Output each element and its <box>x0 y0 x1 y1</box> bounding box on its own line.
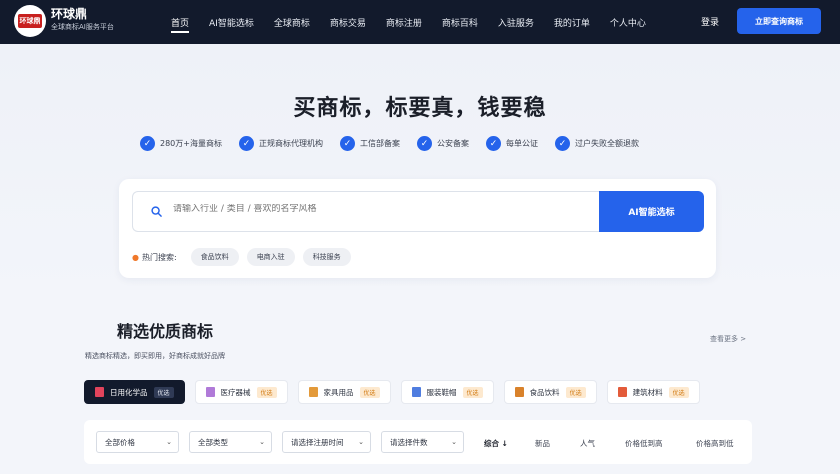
category-tab-medical[interactable]: 医疗器械 优选 <box>194 380 288 404</box>
category-tab-daily-chemicals[interactable]: 日用化学品 优选 <box>84 380 185 404</box>
category-badge: 优选 <box>668 386 689 398</box>
category-badge: 优选 <box>256 386 277 398</box>
search-card: AI智能选标 ● 热门搜索: 食品饮料 电商入驻 科技服务 <box>119 179 716 278</box>
category-tabs: 日用化学品 优选 医疗器械 优选 家具用品 优选 服装鞋帽 优选 食品饮料 优选… <box>84 380 710 404</box>
feature-label: 280万+海量商标 <box>160 139 222 148</box>
brand-subtitle: 全球商标AI服务平台 <box>51 23 114 31</box>
price-select[interactable]: 全部价格 ⌄ <box>96 431 179 453</box>
select-value: 全部价格 <box>105 437 135 447</box>
count-select[interactable]: 请选择件数 ⌄ <box>381 431 464 453</box>
type-select[interactable]: 全部类型 ⌄ <box>189 431 272 453</box>
hot-tag[interactable]: 电商入驻 <box>246 248 295 266</box>
hot-search-text: 热门搜索: <box>141 252 177 262</box>
select-value: 全部类型 <box>198 437 228 447</box>
brand-name: 环球鼎 <box>51 7 88 21</box>
category-label: 医疗器械 <box>220 387 251 397</box>
search-field[interactable] <box>132 191 599 232</box>
check-icon: ✓ <box>339 136 355 151</box>
category-tab-food[interactable]: 食品饮料 优选 <box>503 380 597 404</box>
sort-comprehensive[interactable]: 综合 ↓ <box>484 438 508 449</box>
chevron-down-icon: ⌄ <box>259 438 265 446</box>
nav-item-ai-select[interactable]: AI智能选标 <box>209 0 254 44</box>
category-label: 家具用品 <box>323 387 354 397</box>
chevron-down-icon: ⌄ <box>166 438 172 446</box>
check-icon: ✓ <box>416 136 432 151</box>
feature-label: 正规商标代理机构 <box>258 139 323 148</box>
feature-item: ✓ 公安备案 <box>416 136 469 151</box>
select-value: 请选择件数 <box>390 437 428 447</box>
check-icon: ✓ <box>140 136 155 151</box>
login-link[interactable]: 登录 <box>701 15 719 28</box>
category-badge: 优选 <box>359 386 380 398</box>
feature-item: ✓ 过户失败全额退款 <box>554 136 639 151</box>
category-tab-clothing[interactable]: 服装鞋帽 优选 <box>400 380 494 404</box>
section-title: 精选优质商标 <box>117 322 214 341</box>
nav-menu: 首页 AI智能选标 全球商标 商标交易 商标注册 商标百科 入驻服务 我的订单 … <box>171 0 666 44</box>
search-input[interactable] <box>173 204 573 214</box>
category-label: 日用化学品 <box>110 387 148 397</box>
clothing-icon <box>411 387 421 397</box>
check-icon: ✓ <box>554 136 570 151</box>
feature-item: ✓ 每单公证 <box>485 136 538 151</box>
register-time-select[interactable]: 请选择注册时间 ⌄ <box>282 431 371 453</box>
category-badge: 优选 <box>462 386 483 398</box>
feature-label: 过户失败全额退款 <box>574 139 639 148</box>
nav-item-global-trademark[interactable]: 全球商标 <box>274 0 310 44</box>
see-more-link[interactable]: 查看更多 > <box>710 334 746 344</box>
feature-item: ✓ 正规商标代理机构 <box>238 136 323 151</box>
nav-item-join[interactable]: 入驻服务 <box>498 0 534 44</box>
check-icon: ✓ <box>238 136 254 151</box>
category-badge: 优选 <box>565 386 586 398</box>
bottle-icon <box>95 387 104 397</box>
category-tab-furniture[interactable]: 家具用品 优选 <box>297 380 391 404</box>
sort-newest[interactable]: 新品 <box>535 438 550 449</box>
sort-price-asc[interactable]: 价格低到高 <box>625 438 663 449</box>
nav-item-profile[interactable]: 个人中心 <box>610 0 646 44</box>
nav-item-wiki[interactable]: 商标百科 <box>442 0 478 44</box>
hot-tag[interactable]: 科技服务 <box>302 248 351 266</box>
sort-popularity[interactable]: 人气 <box>580 438 595 449</box>
select-value: 请选择注册时间 <box>291 437 344 447</box>
building-icon <box>617 387 627 397</box>
brand-block: 环球鼎 全球商标AI服务平台 <box>51 7 114 33</box>
category-label: 食品饮料 <box>529 387 560 397</box>
check-icon: ✓ <box>485 136 501 151</box>
category-label: 建筑材料 <box>632 387 663 397</box>
fire-icon: ● <box>132 252 139 262</box>
filter-bar: 全部价格 ⌄ 全部类型 ⌄ 请选择注册时间 ⌄ 请选择件数 ⌄ 综合 ↓ 新品 … <box>84 420 752 464</box>
chevron-down-icon: ⌄ <box>451 438 457 446</box>
hot-search: ● 热门搜索: 食品饮料 电商入驻 科技服务 <box>132 248 359 266</box>
category-tab-building[interactable]: 建筑材料 优选 <box>606 380 700 404</box>
chevron-down-icon: ⌄ <box>358 438 364 446</box>
food-icon <box>514 387 524 397</box>
house-icon <box>308 387 318 397</box>
brand-logo[interactable]: 环球鼎 <box>14 5 46 37</box>
hot-search-label: ● 热门搜索: <box>132 252 177 263</box>
query-trademark-button[interactable]: 立即查询商标 <box>737 8 821 34</box>
feature-item: ✓ 工信部备案 <box>339 136 400 151</box>
category-badge: 优选 <box>153 386 174 398</box>
logo-mark: 环球鼎 <box>18 14 42 28</box>
hero-title: 买商标，标要真，钱要稳 <box>293 96 547 121</box>
category-label: 服装鞋帽 <box>426 387 457 397</box>
feature-list: ✓ 280万+海量商标 ✓ 正规商标代理机构 ✓ 工信部备案 ✓ 公安备案 ✓ … <box>140 136 656 151</box>
medical-icon <box>205 387 215 397</box>
nav-item-home[interactable]: 首页 <box>171 0 190 44</box>
nav-item-trade[interactable]: 商标交易 <box>330 0 366 44</box>
hot-tag[interactable]: 食品饮料 <box>190 248 239 266</box>
ai-select-button[interactable]: AI智能选标 <box>599 191 704 232</box>
search-icon <box>151 206 162 217</box>
feature-label: 工信部备案 <box>359 139 400 148</box>
feature-label: 公安备案 <box>436 139 469 148</box>
top-nav: 环球鼎 环球鼎 全球商标AI服务平台 首页 AI智能选标 全球商标 商标交易 商… <box>0 0 840 44</box>
feature-label: 每单公证 <box>505 139 538 148</box>
nav-item-register[interactable]: 商标注册 <box>386 0 422 44</box>
nav-item-orders[interactable]: 我的订单 <box>554 0 590 44</box>
section-subtitle: 精选商标精选，即买即用，好商标成就好品牌 <box>85 352 225 360</box>
sort-price-desc[interactable]: 价格高到低 <box>696 438 734 449</box>
feature-item: ✓ 280万+海量商标 <box>140 136 222 151</box>
